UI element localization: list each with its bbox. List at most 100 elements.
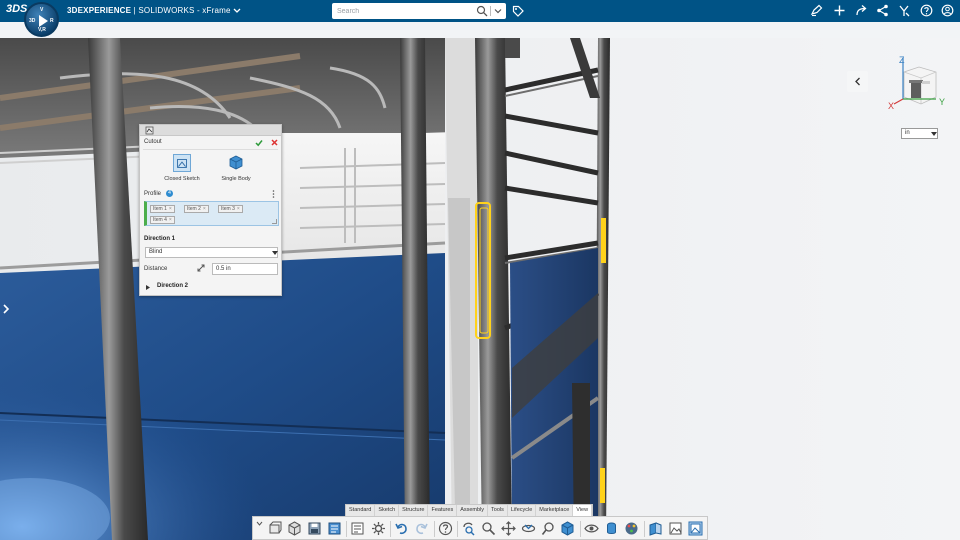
single-body-icon <box>229 155 243 170</box>
search-input[interactable] <box>332 3 472 19</box>
top-bar: 3DS 3DEXPERIENCE | SOLIDWORKS - xFrame <box>0 0 960 22</box>
panel-divider <box>143 149 278 150</box>
profile-chip[interactable]: Item 3 × <box>218 205 243 213</box>
toolbar-separator <box>644 521 645 537</box>
tab-lifecycle[interactable]: Lifecycle <box>508 505 537 516</box>
closed-sketch-label: Closed Sketch <box>164 176 200 182</box>
single-body-label: Single Body <box>221 176 251 182</box>
pan-icon[interactable] <box>501 521 516 536</box>
search-icon[interactable] <box>476 5 488 17</box>
direction-1-heading: Direction 1 <box>144 236 176 242</box>
tab-features[interactable]: Features <box>428 505 458 516</box>
profile-chip-label: Item 4 <box>153 217 167 223</box>
caret-right-icon <box>146 285 150 290</box>
undo-icon[interactable] <box>394 521 409 536</box>
gear-icon[interactable] <box>371 521 386 536</box>
zoom-area-icon[interactable] <box>541 521 556 536</box>
add-icon[interactable] <box>833 4 846 17</box>
title-separator: | <box>133 6 136 15</box>
direction-2-expander[interactable]: Direction 2 <box>144 283 278 293</box>
view-settings-icon[interactable] <box>688 521 703 536</box>
view-orientation-icon[interactable] <box>560 521 575 536</box>
chevron-down-icon[interactable] <box>256 520 263 527</box>
end-condition-select[interactable]: Blind <box>145 247 278 258</box>
tag-icon[interactable] <box>512 5 524 17</box>
rotate-icon[interactable] <box>521 521 536 536</box>
profile-selection-box[interactable]: Item 1 × Item 2 × Item 3 × Item 4 × <box>144 201 279 226</box>
distance-value: 0.5 in <box>216 266 231 272</box>
chevron-right-icon[interactable] <box>2 304 10 314</box>
resize-grip[interactable] <box>272 219 277 224</box>
toolbar-separator <box>390 521 391 537</box>
hide-show-icon[interactable] <box>584 521 599 536</box>
help-icon[interactable] <box>920 4 933 17</box>
save-with-options-icon[interactable] <box>327 521 342 536</box>
user-icon[interactable] <box>941 4 954 17</box>
zoom-to-fit-icon[interactable] <box>461 521 476 536</box>
apps-icon[interactable] <box>898 4 911 17</box>
cutout-feature-icon <box>145 126 154 135</box>
remove-chip-icon[interactable]: × <box>203 206 206 212</box>
distance-label: Distance <box>144 266 168 272</box>
ok-check-icon[interactable] <box>255 139 263 147</box>
share-arrow-icon[interactable] <box>855 4 868 17</box>
closed-sketch-button[interactable]: Closed Sketch <box>159 154 205 185</box>
redo-icon[interactable] <box>414 521 429 536</box>
end-condition-value: Blind <box>149 249 163 255</box>
cancel-x-icon[interactable] <box>271 139 278 146</box>
tab-structure[interactable]: Structure <box>399 505 429 516</box>
profile-chip[interactable]: Item 1 × <box>150 205 175 213</box>
profile-label: Profile <box>144 191 162 197</box>
remove-chip-icon[interactable]: × <box>169 217 172 223</box>
tab-sketch[interactable]: Sketch <box>375 505 400 516</box>
properties-icon[interactable] <box>350 521 365 536</box>
image-capture-icon[interactable] <box>668 521 683 536</box>
share-icon[interactable] <box>876 4 889 17</box>
profile-chip-label: Item 1 <box>153 206 167 212</box>
toolbar-separator <box>434 521 435 537</box>
view-cube[interactable]: Z X Y <box>884 52 950 112</box>
single-body-button[interactable]: Single Body <box>213 154 259 185</box>
panel-toggle-button[interactable] <box>847 71 868 92</box>
remove-chip-icon[interactable]: × <box>169 206 172 212</box>
distance-input[interactable]: 0.5 in <box>212 263 278 275</box>
action-bar: Standard Sketch Structure Features Assem… <box>252 504 708 540</box>
profile-count-badge: 4 <box>166 190 173 197</box>
compass-bottom-label: V,R <box>38 27 46 33</box>
compass-widget[interactable]: V 3D R V,R <box>24 2 59 37</box>
flip-direction-icon[interactable] <box>197 264 206 273</box>
tab-standard[interactable]: Standard <box>346 505 376 516</box>
compass-right-label: R <box>50 18 54 24</box>
zoom-icon[interactable] <box>481 521 496 536</box>
panel-drag-bar[interactable] <box>140 125 281 136</box>
tab-tools[interactable]: Tools <box>488 505 508 516</box>
closed-sketch-icon <box>173 154 191 172</box>
chevron-down-icon[interactable] <box>493 6 503 16</box>
more-options-icon[interactable] <box>272 190 275 198</box>
play-icon <box>39 15 48 27</box>
panel-title: Cutout <box>144 139 162 145</box>
display-style-icon[interactable] <box>604 521 619 536</box>
appearance-icon[interactable] <box>624 521 639 536</box>
units-value: in <box>905 130 910 136</box>
units-select[interactable]: in <box>901 128 938 139</box>
profile-chip[interactable]: Item 2 × <box>184 205 209 213</box>
new-part-icon[interactable] <box>267 521 282 536</box>
section-view-icon[interactable] <box>648 521 663 536</box>
toolbar-separator <box>457 521 458 537</box>
tab-assembly[interactable]: Assembly <box>457 505 489 516</box>
chevron-down-icon <box>233 8 241 13</box>
open-model-icon[interactable] <box>287 521 302 536</box>
feedback-icon[interactable] <box>810 4 823 17</box>
help-icon[interactable] <box>438 521 453 536</box>
app-name: SOLIDWORKS - xFrame <box>138 6 231 15</box>
tab-marketplace[interactable]: Marketplace <box>536 505 574 516</box>
tab-view[interactable]: View <box>573 505 593 516</box>
toolbar-separator <box>580 521 581 537</box>
save-icon[interactable] <box>307 521 322 536</box>
dropdown-arrow-icon <box>272 251 278 255</box>
app-title[interactable]: 3DEXPERIENCE | SOLIDWORKS - xFrame <box>67 6 241 15</box>
profile-chip[interactable]: Item 4 × <box>150 216 175 224</box>
remove-chip-icon[interactable]: × <box>237 206 240 212</box>
toolbar-separator <box>346 521 347 537</box>
